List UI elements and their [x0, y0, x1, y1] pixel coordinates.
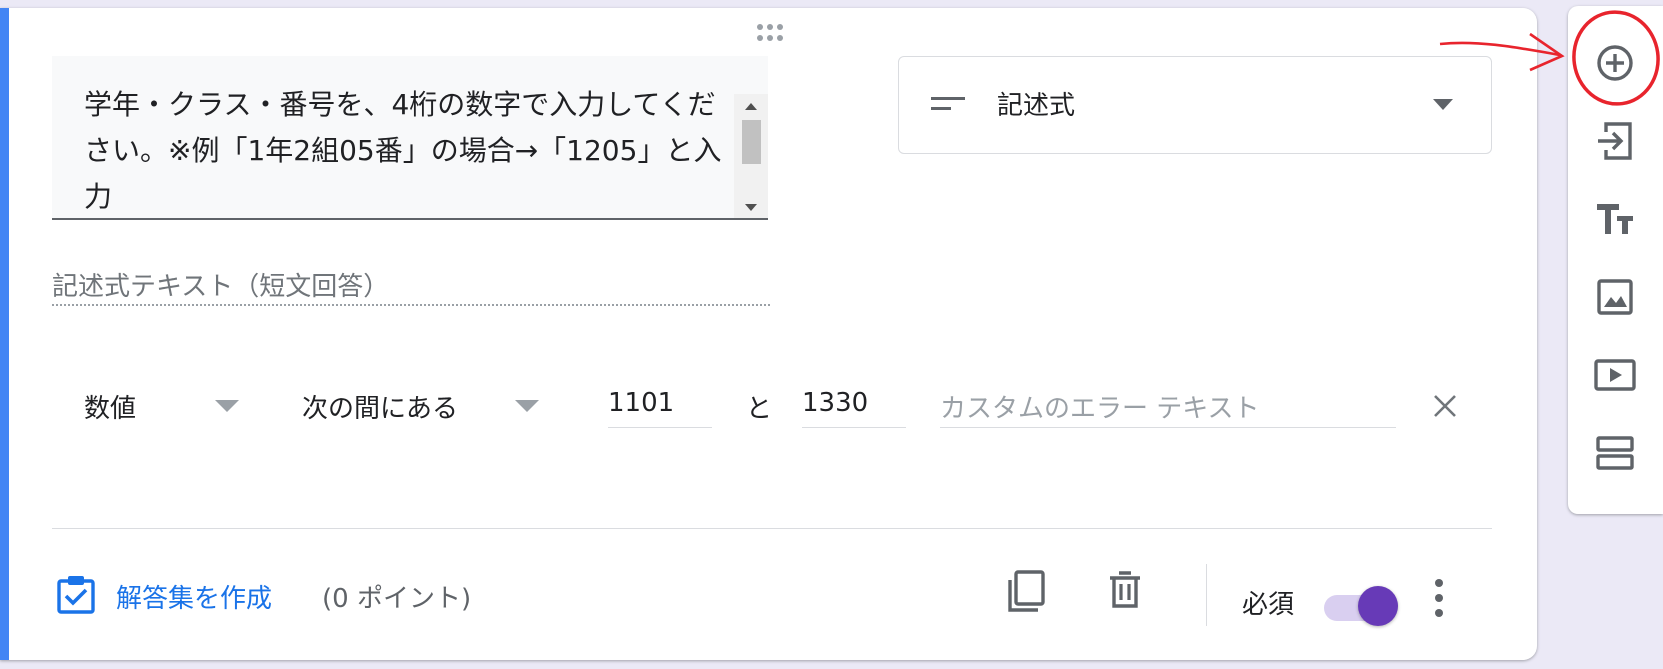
footer-separator [1206, 564, 1207, 626]
short-answer-icon [931, 97, 965, 110]
validation-condition-dropdown[interactable]: 次の間にある [302, 378, 542, 430]
image-icon [1597, 279, 1633, 315]
toggle-thumb [1358, 586, 1398, 626]
validation-and-label: と [746, 394, 773, 424]
question-title-input[interactable]: 学年・クラス・番号を、4桁の数字で入力してください。※例「1年2組05番」の場合… [52, 56, 768, 220]
add-question-button[interactable] [1590, 38, 1640, 88]
question-scrollbar[interactable] [734, 94, 768, 218]
question-title-text: 学年・クラス・番号を、4桁の数字で入力してください。※例「1年2組05番」の場合… [84, 88, 722, 213]
add-circle-icon [1597, 45, 1633, 81]
validation-condition-label: 次の間にある [302, 394, 459, 424]
duplicate-icon[interactable] [1006, 570, 1046, 614]
required-label: 必須 [1242, 590, 1295, 620]
floating-toolbar [1568, 6, 1663, 514]
required-toggle[interactable] [1320, 586, 1398, 628]
close-icon[interactable] [1433, 394, 1457, 418]
footer-divider [52, 528, 1492, 529]
add-video-button[interactable] [1590, 350, 1640, 400]
short-answer-preview: 記述式テキスト（短文回答） [52, 266, 770, 306]
question-type-dropdown[interactable]: 記述式 [898, 56, 1492, 154]
validation-min-input[interactable]: 1101 [608, 378, 712, 428]
scroll-up-icon[interactable] [734, 94, 768, 118]
response-validation-row: 数値 次の間にある 1101 と 1330 カスタムのエラー テキスト [0, 378, 1537, 438]
validation-type-dropdown[interactable]: 数値 [84, 378, 244, 430]
points-label: (0 ポイント) [322, 584, 472, 614]
answer-key-link[interactable]: 解答集を作成 [116, 578, 272, 615]
custom-error-input[interactable]: カスタムのエラー テキスト [940, 378, 1396, 428]
active-accent-bar [0, 8, 9, 660]
scroll-thumb[interactable] [742, 120, 761, 164]
more-vert-icon[interactable] [1432, 578, 1446, 618]
answer-key-icon[interactable] [56, 574, 96, 614]
section-icon [1596, 436, 1634, 470]
video-icon [1594, 359, 1636, 391]
validation-type-label: 数値 [84, 394, 137, 424]
add-title-button[interactable] [1590, 194, 1640, 244]
drag-handle-icon[interactable] [754, 22, 794, 44]
question-card[interactable]: 学年・クラス・番号を、4桁の数字で入力してください。※例「1年2組05番」の場合… [0, 8, 1537, 660]
trash-icon[interactable] [1108, 570, 1142, 610]
chevron-down-icon [515, 400, 539, 412]
text-fields-icon [1597, 204, 1633, 234]
chevron-down-icon [215, 400, 239, 412]
chevron-down-icon [1433, 99, 1453, 110]
add-section-button[interactable] [1590, 428, 1640, 478]
import-questions-button[interactable] [1590, 116, 1640, 166]
import-icon [1598, 122, 1632, 160]
scroll-down-icon[interactable] [734, 196, 768, 218]
validation-max-input[interactable]: 1330 [802, 378, 906, 428]
add-image-button[interactable] [1590, 272, 1640, 322]
question-type-label: 記述式 [997, 91, 1076, 121]
